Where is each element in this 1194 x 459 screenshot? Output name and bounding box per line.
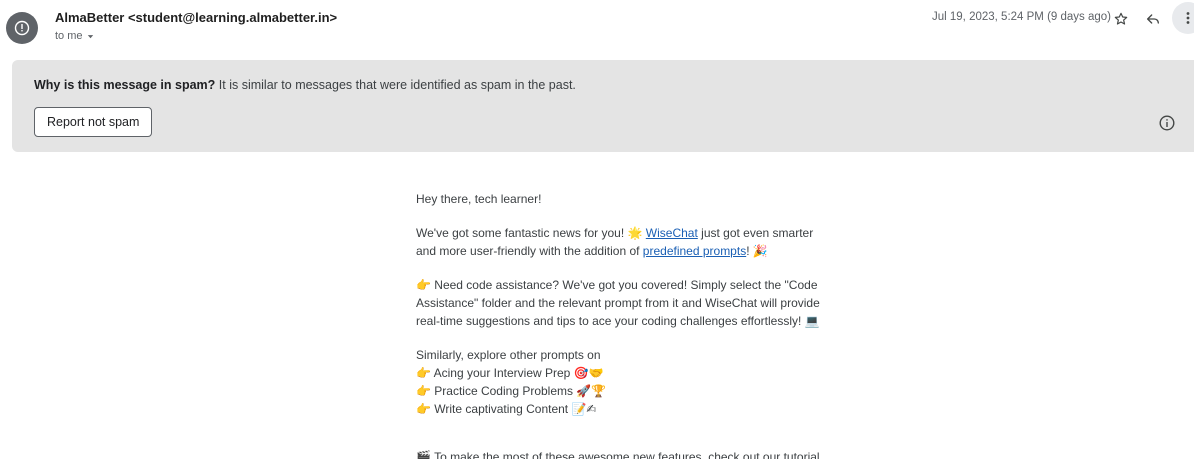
caret-down-icon bbox=[87, 34, 93, 38]
list-item-text: Acing your Interview Prep bbox=[430, 366, 574, 380]
announcement-text: We've got some fantastic news for you! bbox=[416, 226, 628, 240]
announcement-text-cont: just got even smarter bbox=[697, 226, 814, 240]
info-icon bbox=[14, 20, 30, 36]
announcement-paragraph: We've got some fantastic news for you! 🌟… bbox=[416, 224, 846, 260]
sparkle-emoji: 🌟 bbox=[627, 226, 643, 240]
pointing-hand-emoji: 👉 bbox=[416, 402, 431, 416]
email-body: Hey there, tech learner! We've got some … bbox=[416, 190, 846, 434]
recipient-label: to me bbox=[55, 30, 83, 42]
pointing-hand-emoji: 👉 bbox=[416, 366, 431, 380]
announcement-text-end: ! bbox=[746, 244, 753, 258]
prompts-intro: Similarly, explore other prompts on bbox=[416, 348, 601, 362]
target-handshake-emoji: 🎯🤝 bbox=[573, 366, 604, 380]
wisechat-link[interactable]: WiseChat bbox=[646, 226, 698, 240]
more-vert-icon bbox=[1186, 12, 1190, 24]
code-assist-line3: real-time suggestions and tips to ace yo… bbox=[416, 314, 805, 328]
prompts-list: Similarly, explore other prompts on 👉 Ac… bbox=[416, 346, 846, 418]
recipient-details-toggle[interactable]: to me bbox=[55, 30, 95, 42]
spam-explanation: Why is this message in spam? It is simil… bbox=[34, 78, 576, 92]
list-item: 👉 Write captivating Content 📝✍ bbox=[416, 400, 846, 418]
list-item-text: Practice Coding Problems bbox=[430, 384, 577, 398]
sender-name: AlmaBetter <student@learning.almabetter.… bbox=[55, 10, 338, 25]
more-options-button[interactable] bbox=[1172, 2, 1194, 34]
list-item-text: Write captivating Content bbox=[430, 402, 572, 416]
list-item: 👉 Practice Coding Problems 🚀🏆 bbox=[416, 382, 846, 400]
announcement-text-line2: and more user-friendly with the addition… bbox=[416, 244, 643, 258]
rocket-trophy-emoji: 🚀🏆 bbox=[576, 384, 607, 398]
spam-reason: It is similar to messages that were iden… bbox=[218, 78, 576, 92]
code-assist-line1: Need code assistance? We've got you cove… bbox=[430, 278, 818, 292]
email-view: AlmaBetter <student@learning.almabetter.… bbox=[0, 0, 1194, 459]
spam-warning-banner: Why is this message in spam? It is simil… bbox=[12, 60, 1194, 152]
sender-avatar[interactable] bbox=[6, 12, 38, 44]
reply-icon bbox=[1147, 14, 1159, 24]
clapper-emoji: 🎬 bbox=[416, 450, 431, 459]
list-item: 👉 Acing your Interview Prep 🎯🤝 bbox=[416, 364, 846, 382]
info-icon[interactable] bbox=[1158, 114, 1176, 132]
code-assist-line2: Assistance" folder and the relevant prom… bbox=[416, 296, 820, 310]
spam-question: Why is this message in spam? bbox=[34, 78, 216, 92]
party-emoji: 🎉 bbox=[752, 244, 768, 258]
pointing-hand-emoji: 👉 bbox=[416, 278, 431, 292]
memo-writing-emoji: 📝✍ bbox=[571, 402, 597, 416]
star-button[interactable] bbox=[1110, 8, 1132, 30]
greeting: Hey there, tech learner! bbox=[416, 190, 846, 208]
pointing-hand-emoji: 👉 bbox=[416, 384, 431, 398]
email-date: Jul 19, 2023, 5:24 PM (9 days ago) bbox=[932, 11, 1111, 23]
code-assistance-paragraph: 👉 Need code assistance? We've got you co… bbox=[416, 276, 846, 330]
tutorial-line: 🎬 To make the most of these awesome new … bbox=[416, 448, 820, 459]
laptop-emoji: 💻 bbox=[804, 314, 820, 328]
predefined-prompts-link[interactable]: predefined prompts bbox=[643, 244, 746, 258]
reply-button[interactable] bbox=[1142, 8, 1164, 30]
report-not-spam-button[interactable]: Report not spam bbox=[34, 107, 153, 137]
greeting-text: Hey there, tech learner! bbox=[416, 192, 542, 206]
star-icon bbox=[1114, 12, 1128, 25]
tutorial-text: To make the most of these awesome new fe… bbox=[430, 450, 820, 459]
